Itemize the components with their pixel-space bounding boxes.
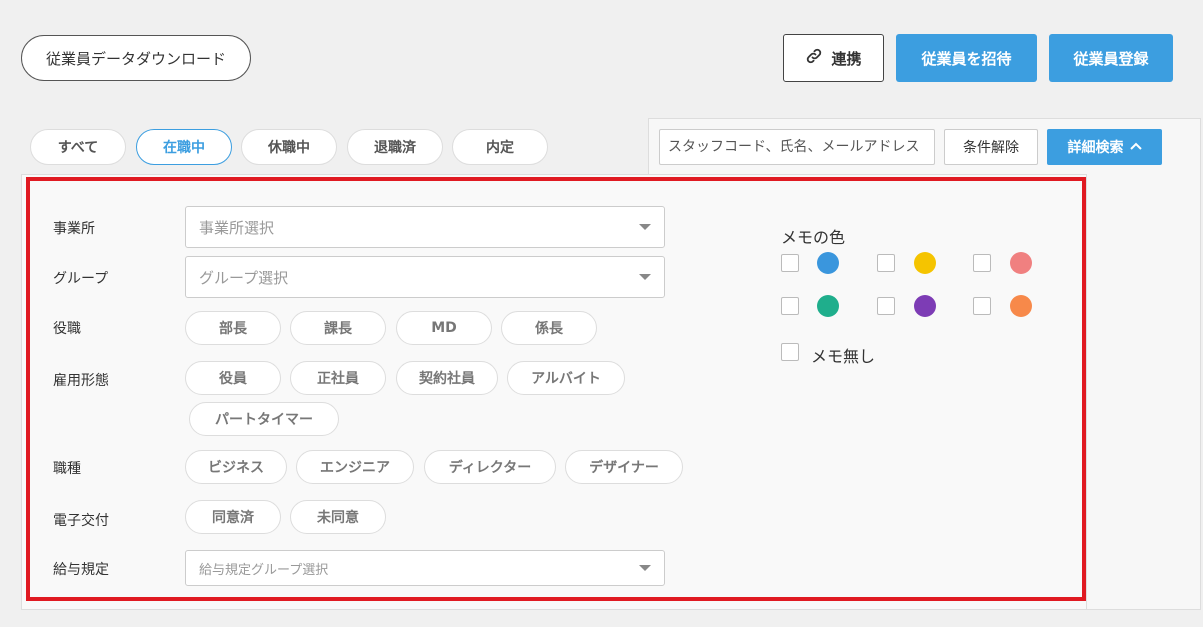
memo-none-label: メモ無し (811, 347, 876, 366)
memo-color-checkbox[interactable] (781, 297, 799, 315)
job-type-chip[interactable]: デザイナー (565, 450, 683, 484)
position-chip[interactable]: 係長 (501, 311, 597, 345)
tab-on-leave[interactable]: 休職中 (241, 129, 337, 165)
tab-all[interactable]: すべて (30, 129, 126, 165)
memo-color-dot (914, 252, 936, 274)
memo-color-checkbox[interactable] (781, 254, 799, 272)
group-select[interactable]: グループ選択 (185, 256, 665, 298)
dropdown-arrow-icon (639, 224, 651, 230)
e-delivery-chip[interactable]: 同意済 (185, 500, 281, 534)
position-chip[interactable]: 部長 (185, 311, 281, 345)
position-label: 役職 (53, 321, 81, 337)
memo-color-checkbox[interactable] (877, 254, 895, 272)
group-label: グループ (53, 271, 109, 287)
clear-conditions-button[interactable]: 条件解除 (944, 129, 1038, 165)
tab-retired[interactable]: 退職済 (347, 129, 443, 165)
employment-chip[interactable]: パートタイマー (189, 402, 339, 436)
chevron-up-icon (1129, 139, 1142, 155)
office-label: 事業所 (53, 221, 95, 237)
memo-color-checkbox[interactable] (877, 297, 895, 315)
memo-none-checkbox[interactable] (781, 343, 799, 361)
job-type-chip[interactable]: エンジニア (296, 450, 414, 484)
dropdown-arrow-icon (639, 274, 651, 280)
position-chip[interactable]: MD (396, 311, 492, 345)
e-delivery-label: 電子交付 (53, 513, 109, 529)
job-type-chip[interactable]: ビジネス (185, 450, 287, 484)
dropdown-arrow-icon (639, 565, 651, 571)
tab-employed[interactable]: 在職中 (136, 129, 232, 165)
link-label: 連携 (831, 49, 862, 68)
link-icon (805, 47, 823, 69)
link-button[interactable]: 連携 (783, 34, 884, 82)
employee-data-download-button[interactable]: 従業員データダウンロード (21, 35, 251, 81)
detail-search-button[interactable]: 詳細検索 (1047, 129, 1162, 165)
job-type-chip[interactable]: ディレクター (424, 450, 556, 484)
payroll-select-placeholder: 給与規定グループ選択 (199, 562, 329, 578)
memo-color-title: メモの色 (781, 228, 846, 247)
office-select-placeholder: 事業所選択 (199, 218, 275, 237)
detail-search-label: 詳細検索 (1067, 140, 1124, 156)
memo-color-dot (1010, 295, 1032, 317)
e-delivery-chip[interactable]: 未同意 (290, 500, 386, 534)
search-input[interactable] (659, 129, 935, 165)
memo-color-dot (1010, 252, 1032, 274)
memo-color-checkbox[interactable] (973, 254, 991, 272)
office-select[interactable]: 事業所選択 (185, 206, 665, 248)
payroll-rule-select[interactable]: 給与規定グループ選択 (185, 550, 665, 586)
tab-offer[interactable]: 内定 (452, 129, 548, 165)
memo-color-dot (817, 295, 839, 317)
register-employee-button[interactable]: 従業員登録 (1049, 34, 1173, 82)
payroll-rule-label: 給与規定 (53, 562, 109, 578)
memo-color-dot (817, 252, 839, 274)
memo-color-dot (914, 295, 936, 317)
invite-employee-button[interactable]: 従業員を招待 (896, 34, 1037, 82)
position-chip[interactable]: 課長 (290, 311, 386, 345)
employment-chip[interactable]: 正社員 (290, 361, 386, 395)
employment-chip[interactable]: 契約社員 (396, 361, 498, 395)
group-select-placeholder: グループ選択 (199, 268, 289, 287)
memo-color-checkbox[interactable] (973, 297, 991, 315)
job-type-label: 職種 (53, 461, 81, 477)
employment-chip[interactable]: 役員 (185, 361, 281, 395)
employment-type-label: 雇用形態 (53, 373, 109, 389)
employment-chip[interactable]: アルバイト (507, 361, 625, 395)
